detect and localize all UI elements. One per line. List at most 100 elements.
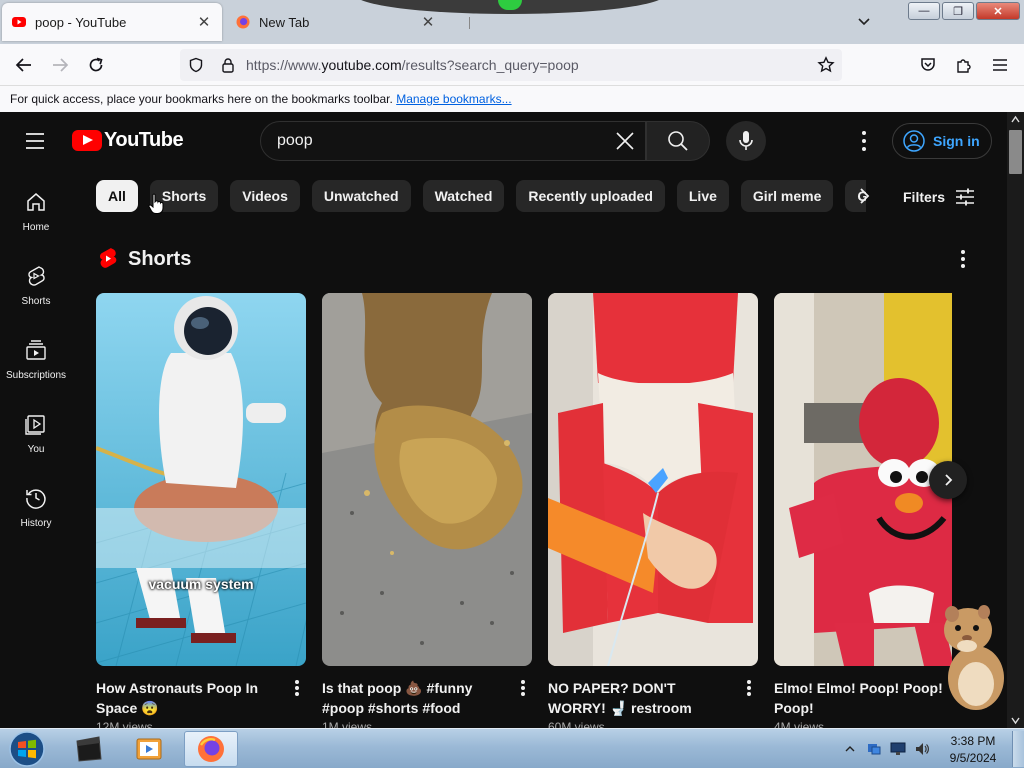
volume-tray-icon[interactable] (912, 731, 932, 767)
astronaut-thumbnail-image (96, 293, 306, 666)
scrollbar-thumb[interactable] (1009, 130, 1022, 174)
list-all-tabs-chevron-icon[interactable] (855, 12, 873, 30)
back-arrow-icon[interactable] (12, 53, 36, 77)
scroll-up-arrow-icon[interactable] (1011, 115, 1020, 124)
display-tray-icon[interactable] (888, 731, 908, 767)
short-title[interactable]: NO PAPER? DON'T WORRY! 🚽 restroom hacks … (548, 678, 734, 718)
chips-next-chevron-icon[interactable] (852, 184, 876, 208)
short-title[interactable]: Is that poop 💩 #funny #poop #shorts #foo… (322, 678, 508, 718)
short-menu-kebab-icon[interactable] (520, 680, 526, 696)
filters-button[interactable]: Filters (903, 188, 975, 206)
chip-live[interactable]: Live (676, 180, 729, 212)
youtube-wordmark: YouTube (104, 129, 184, 151)
elmo-costume-thumbnail-image (774, 293, 952, 666)
short-thumbnail[interactable] (548, 293, 758, 666)
shelf-title: Shorts (128, 247, 192, 270)
sidebar-item-shorts[interactable]: Shorts (0, 250, 72, 324)
short-thumbnail[interactable]: vacuum system (96, 293, 306, 666)
close-tab-icon[interactable]: ✕ (420, 13, 436, 31)
show-desktop-button[interactable] (1012, 731, 1024, 767)
short-views: 4M views (774, 720, 825, 728)
sidebar-item-label: You (27, 444, 45, 455)
mini-guide-sidebar: Home Shorts Subscriptions You History (0, 176, 72, 546)
bookmark-star-icon[interactable] (810, 49, 842, 81)
pocket-icon[interactable] (916, 53, 940, 77)
clock-date: 9/5/2024 (949, 751, 997, 765)
taskbar-app-media-player[interactable] (126, 731, 172, 767)
tab-new-tab[interactable]: New Tab ✕ (226, 3, 446, 41)
short-title[interactable]: How Astronauts Poop In Space 😨 (96, 678, 282, 718)
tab-youtube[interactable]: poop - YouTube ✕ (2, 3, 222, 41)
short-menu-kebab-icon[interactable] (294, 680, 300, 696)
short-menu-kebab-icon[interactable] (746, 680, 752, 696)
start-button[interactable] (4, 731, 50, 767)
taskbar-app-terminal[interactable] (66, 731, 112, 767)
chip-unwatched[interactable]: Unwatched (311, 180, 411, 212)
short-caption-overlay: vacuum system (148, 576, 254, 592)
sidebar-item-home[interactable]: Home (0, 176, 72, 250)
guide-menu-icon[interactable] (24, 132, 48, 150)
short-card[interactable]: Elmo! Elmo! Poop! Poop! Poop! 4M views (774, 293, 952, 728)
hand-pointer-cursor-icon (148, 193, 164, 214)
windows-taskbar: 3:38 PM 9/5/2024 (0, 728, 1024, 768)
media-player-icon (136, 738, 162, 760)
shelf-menu-kebab-icon[interactable] (951, 250, 975, 268)
search-input[interactable]: poop (260, 121, 646, 161)
lock-icon[interactable] (212, 49, 244, 81)
manage-bookmarks-link[interactable]: Manage bookmarks... (396, 92, 511, 106)
youtube-logo[interactable]: YouTube (72, 129, 184, 152)
sidebar-item-you[interactable]: You (0, 398, 72, 472)
terminal-app-icon (76, 736, 102, 762)
url-text[interactable]: https://www.youtube.com/results?search_q… (246, 57, 810, 73)
short-title[interactable]: Elmo! Elmo! Poop! Poop! Poop! (774, 678, 952, 718)
filters-label: Filters (903, 189, 946, 205)
window-controls: — ❐ ✕ (908, 2, 1020, 20)
settings-kebab-icon[interactable] (852, 131, 876, 151)
voice-search-button[interactable] (726, 121, 766, 161)
scroll-down-arrow-icon[interactable] (1011, 716, 1020, 725)
chip-watched[interactable]: Watched (422, 180, 505, 212)
extensions-puzzle-icon[interactable] (952, 53, 976, 77)
short-thumbnail[interactable] (322, 293, 532, 666)
maximize-button[interactable]: ❐ (942, 2, 974, 20)
forward-arrow-icon[interactable] (48, 53, 72, 77)
firefox-app-icon (198, 736, 224, 762)
sidebar-item-label: History (20, 518, 52, 529)
close-window-button[interactable]: ✕ (976, 2, 1020, 20)
clear-search-icon[interactable] (605, 121, 645, 161)
network-tray-icon[interactable] (864, 731, 884, 767)
firefox-favicon-icon (236, 15, 250, 29)
chip-all[interactable]: All (96, 180, 138, 212)
chip-recently-uploaded[interactable]: Recently uploaded (516, 180, 665, 212)
short-card[interactable]: Is that poop 💩 #funny #poop #shorts #foo… (322, 293, 532, 728)
clock-time: 3:38 PM (950, 734, 996, 748)
bookmarks-hint-text: For quick access, place your bookmarks h… (10, 92, 393, 106)
sidebar-item-subscriptions[interactable]: Subscriptions (0, 324, 72, 398)
mud-splatter-thumbnail-image (322, 293, 532, 666)
search-button[interactable] (646, 121, 710, 161)
history-icon (26, 489, 46, 509)
shelf-next-button[interactable] (929, 461, 967, 499)
search-icon (668, 131, 688, 151)
address-bar[interactable]: https://www.youtube.com/results?search_q… (180, 49, 842, 81)
taskbar-app-firefox[interactable] (184, 731, 238, 767)
app-menu-hamburger-icon[interactable] (988, 53, 1012, 77)
short-thumbnail[interactable] (774, 293, 952, 666)
short-card[interactable]: vacuum system How Astronauts Poop In Spa… (96, 293, 306, 728)
page-scrollbar[interactable] (1007, 112, 1024, 728)
youtube-play-logo-icon (72, 130, 102, 151)
filter-sliders-icon (956, 188, 975, 206)
search-query-text[interactable]: poop (277, 132, 605, 150)
sidebar-item-history[interactable]: History (0, 472, 72, 546)
short-card[interactable]: NO PAPER? DON'T WORRY! 🚽 restroom hacks … (548, 293, 758, 728)
tracking-protection-shield-icon[interactable] (180, 49, 212, 81)
taskbar-clock[interactable]: 3:38 PM 9/5/2024 (938, 733, 1008, 767)
close-tab-icon[interactable]: ✕ (196, 13, 212, 31)
sign-in-button[interactable]: Sign in (892, 123, 992, 159)
minimize-button[interactable]: — (908, 2, 940, 20)
reload-icon[interactable] (84, 53, 108, 77)
show-hidden-icons-arrow-icon[interactable] (842, 731, 858, 767)
chip-videos[interactable]: Videos (230, 180, 300, 212)
sign-in-label: Sign in (933, 133, 980, 149)
chip-girl-meme[interactable]: Girl meme (740, 180, 834, 212)
